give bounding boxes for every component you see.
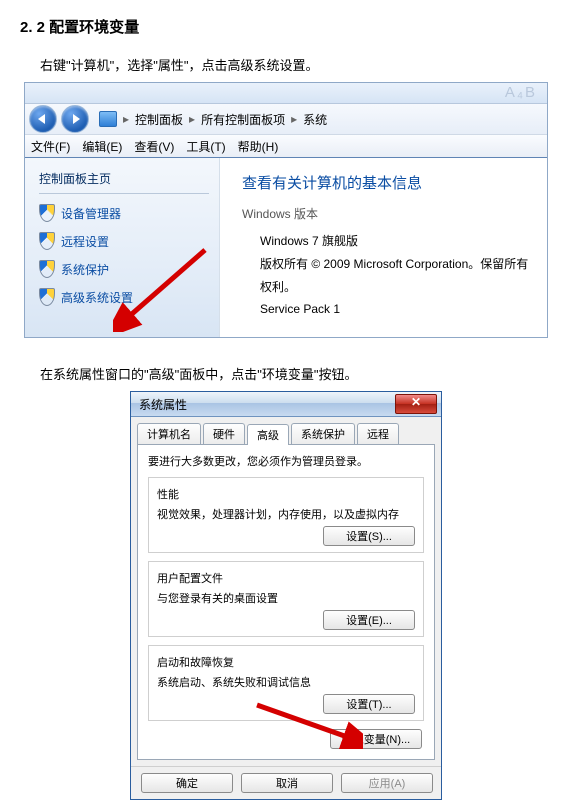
breadcrumb-leaf[interactable]: 系统 (303, 111, 327, 128)
startup-settings-button[interactable]: 设置(T)... (323, 694, 415, 714)
page-title: 查看有关计算机的基本信息 (242, 172, 537, 193)
group-desc: 与您登录有关的桌面设置 (157, 590, 415, 606)
tab-remote[interactable]: 远程 (357, 423, 399, 444)
shield-icon (39, 204, 55, 222)
decor-text: A₄B (505, 84, 537, 101)
windows-copyright: 版权所有 © 2009 Microsoft Corporation。保留所有权利… (260, 253, 537, 299)
chevron-right-icon: ▸ (123, 112, 129, 126)
menu-tools[interactable]: 工具(T) (186, 138, 225, 155)
computer-icon (99, 111, 117, 127)
control-panel-system-window: A₄B ▸ 控制面板 ▸ 所有控制面板项 ▸ 系统 文件(F) 编辑(E) 查看… (24, 82, 548, 338)
sidebar-title: 控制面板主页 (39, 170, 209, 194)
sidebar-item-advanced-system-settings[interactable]: 高级系统设置 (39, 288, 209, 306)
chevron-right-icon: ▸ (189, 112, 195, 126)
tab-advanced[interactable]: 高级 (247, 424, 289, 445)
sidebar-item-system-protection[interactable]: 系统保护 (39, 260, 209, 278)
sidebar-item-remote-settings[interactable]: 远程设置 (39, 232, 209, 250)
sidebar-item-device-manager[interactable]: 设备管理器 (39, 204, 209, 222)
group-user-profiles: 用户配置文件 与您登录有关的桌面设置 设置(E)... (148, 561, 424, 637)
menubar: 文件(F) 编辑(E) 查看(V) 工具(T) 帮助(H) (25, 135, 547, 158)
performance-settings-button[interactable]: 设置(S)... (323, 526, 415, 546)
breadcrumb-root[interactable]: 控制面板 (135, 111, 183, 128)
group-title: 启动和故障恢复 (157, 654, 415, 670)
windows-edition-label: Windows 版本 (242, 205, 537, 222)
admin-note: 要进行大多数更改，您必须作为管理员登录。 (148, 453, 424, 469)
group-startup-recovery: 启动和故障恢复 系统启动、系统失败和调试信息 设置(T)... (148, 645, 424, 721)
section-heading: 2. 2 配置环境变量 (20, 16, 560, 37)
close-button[interactable]: ✕ (395, 394, 437, 414)
apply-button[interactable]: 应用(A) (341, 773, 433, 793)
sidebar-item-label: 高级系统设置 (61, 289, 133, 306)
sidebar-item-label: 系统保护 (61, 261, 109, 278)
sidebar-item-label: 远程设置 (61, 233, 109, 250)
windows-version: Windows 7 旗舰版 (260, 230, 537, 253)
user-profile-settings-button[interactable]: 设置(E)... (323, 610, 415, 630)
tab-hardware[interactable]: 硬件 (203, 423, 245, 444)
environment-variables-button[interactable]: 环境变量(N)... (330, 729, 422, 749)
annotation-arrow-icon (113, 242, 213, 332)
tab-system-protection[interactable]: 系统保护 (291, 423, 355, 444)
tabs: 计算机名 硬件 高级 系统保护 远程 (131, 417, 441, 444)
window-chrome: A₄B (25, 83, 547, 104)
menu-file[interactable]: 文件(F) (31, 138, 70, 155)
nav-back-button[interactable] (29, 105, 57, 133)
group-performance: 性能 视觉效果，处理器计划，内存使用，以及虚拟内存 设置(S)... (148, 477, 424, 553)
menu-edit[interactable]: 编辑(E) (82, 138, 122, 155)
tab-computer-name[interactable]: 计算机名 (137, 423, 201, 444)
windows-service-pack: Service Pack 1 (260, 298, 537, 321)
dialog-title-text: 系统属性 (139, 396, 187, 413)
paragraph-2: 在系统属性窗口的"高级"面板中，点击"环境变量"按钮。 (40, 364, 560, 383)
cancel-button[interactable]: 取消 (241, 773, 333, 793)
sidebar-item-label: 设备管理器 (61, 205, 121, 222)
menu-view[interactable]: 查看(V) (134, 138, 174, 155)
tab-panel-advanced: 要进行大多数更改，您必须作为管理员登录。 性能 视觉效果，处理器计划，内存使用，… (137, 444, 435, 760)
shield-icon (39, 288, 55, 306)
dialog-footer: 确定 取消 应用(A) (131, 766, 441, 799)
breadcrumb-mid[interactable]: 所有控制面板项 (201, 111, 285, 128)
chevron-right-icon: ▸ (291, 112, 297, 126)
explorer-nav-row: ▸ 控制面板 ▸ 所有控制面板项 ▸ 系统 (25, 104, 547, 135)
ok-button[interactable]: 确定 (141, 773, 233, 793)
menu-help[interactable]: 帮助(H) (238, 138, 279, 155)
shield-icon (39, 232, 55, 250)
nav-forward-button[interactable] (61, 105, 89, 133)
shield-icon (39, 260, 55, 278)
group-title: 用户配置文件 (157, 570, 415, 586)
group-desc: 视觉效果，处理器计划，内存使用，以及虚拟内存 (157, 506, 415, 522)
dialog-titlebar: 系统属性 ✕ (131, 392, 441, 417)
group-title: 性能 (157, 486, 415, 502)
system-properties-dialog: 系统属性 ✕ 计算机名 硬件 高级 系统保护 远程 要进行大多数更改，您必须作为… (130, 391, 442, 800)
breadcrumb[interactable]: ▸ 控制面板 ▸ 所有控制面板项 ▸ 系统 (99, 111, 327, 128)
group-desc: 系统启动、系统失败和调试信息 (157, 674, 415, 690)
sidebar: 控制面板主页 设备管理器 远程设置 系统保护 高级系统设置 (25, 158, 220, 337)
paragraph-1: 右键"计算机"，选择"属性"，点击高级系统设置。 (40, 55, 560, 74)
main-pane: 查看有关计算机的基本信息 Windows 版本 Windows 7 旗舰版 版权… (220, 158, 547, 337)
